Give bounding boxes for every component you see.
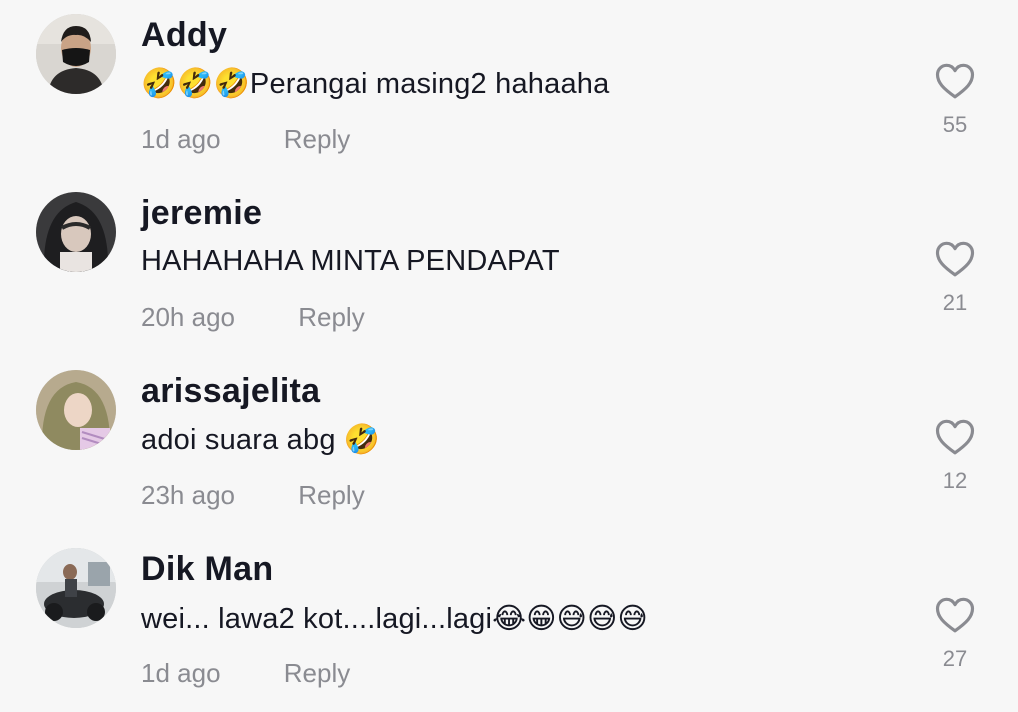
comment-time: 1d ago — [141, 124, 221, 154]
comment-meta: 1d ago Reply — [141, 124, 350, 155]
like-count: 12 — [942, 468, 968, 493]
reply-button[interactable]: Reply — [298, 480, 364, 511]
like-count: 55 — [942, 112, 968, 137]
comment-meta: 23h ago Reply — [141, 480, 365, 511]
avatar[interactable] — [36, 192, 116, 272]
comment-text: adoi suara abg 🤣 — [141, 424, 381, 456]
comment-item: arissajelita adoi suara abg 🤣 23h ago Re… — [0, 356, 1018, 534]
reply-button[interactable]: Reply — [298, 302, 364, 333]
heart-outline-icon[interactable] — [930, 62, 980, 100]
avatar[interactable] — [36, 548, 116, 628]
username[interactable]: jeremie — [141, 194, 262, 233]
like-count: 27 — [942, 646, 968, 671]
like-count: 21 — [942, 290, 968, 315]
comment-text: 🤣🤣🤣Perangai masing2 hahaaha — [141, 68, 610, 100]
comment-text: wei... lawa2 kot....lagi...lagi😂😁😅😅😅 — [141, 603, 648, 635]
heart-outline-icon[interactable] — [930, 240, 980, 278]
username[interactable]: Addy — [141, 16, 227, 55]
comment-time: 23h ago — [141, 480, 235, 510]
heart-outline-icon[interactable] — [930, 596, 980, 634]
heart-outline-icon[interactable] — [930, 418, 980, 456]
comment-item: jeremie HAHAHAHA MINTA PENDAPAT 20h ago … — [0, 178, 1018, 356]
avatar[interactable] — [36, 14, 116, 94]
comment-meta: 1d ago Reply — [141, 658, 350, 689]
username[interactable]: arissajelita — [141, 372, 320, 411]
comment-item: Dik Man wei... lawa2 kot....lagi...lagi😂… — [0, 534, 1018, 712]
comment-meta: 20h ago Reply — [141, 302, 365, 333]
comment-time: 1d ago — [141, 658, 221, 688]
like-control: 21 — [930, 240, 980, 316]
comment-item: Addy 🤣🤣🤣Perangai masing2 hahaaha 1d ago … — [0, 0, 1018, 178]
username[interactable]: Dik Man — [141, 550, 273, 589]
reply-button[interactable]: Reply — [284, 124, 350, 155]
like-control: 12 — [930, 418, 980, 494]
avatar[interactable] — [36, 370, 116, 450]
like-control: 27 — [930, 596, 980, 672]
comment-text: HAHAHAHA MINTA PENDAPAT — [141, 245, 560, 277]
like-control: 55 — [930, 62, 980, 138]
reply-button[interactable]: Reply — [284, 658, 350, 689]
comment-time: 20h ago — [141, 302, 235, 332]
